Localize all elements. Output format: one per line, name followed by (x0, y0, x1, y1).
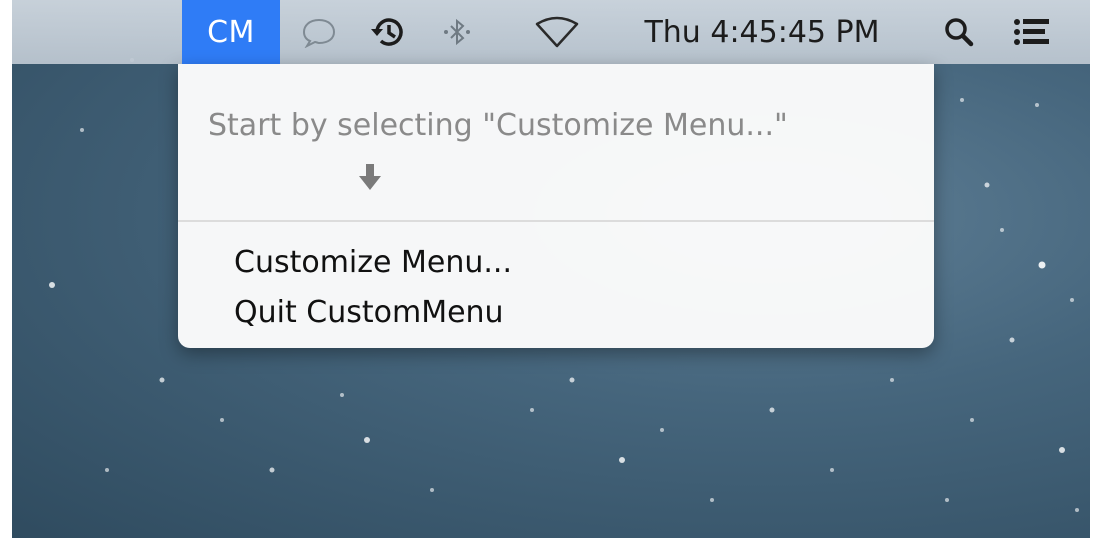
menu-hint-text: Start by selecting "Customize Menu..." (208, 108, 788, 143)
desktop: CM Thu 4:45:45 PM Start by selecting "Cu… (12, 0, 1090, 538)
custom-menu-status-item[interactable]: CM (182, 0, 280, 64)
menu-bar: CM Thu 4:45:45 PM (12, 0, 1090, 64)
customize-menu-item[interactable]: Customize Menu... (178, 240, 934, 284)
menu-separator (178, 220, 934, 222)
bluetooth-icon[interactable] (430, 0, 484, 64)
notification-center-icon[interactable] (1004, 0, 1060, 64)
spotlight-search-icon[interactable] (934, 0, 984, 64)
down-arrow-icon (358, 162, 382, 196)
time-machine-icon[interactable] (360, 0, 414, 64)
custom-menu-label: CM (207, 14, 255, 50)
speech-bubble-icon[interactable] (292, 0, 346, 64)
quit-custommenu-item[interactable]: Quit CustomMenu (178, 290, 934, 334)
quit-custommenu-label: Quit CustomMenu (234, 294, 504, 330)
wifi-icon[interactable] (527, 0, 587, 64)
menu-bar-clock[interactable]: Thu 4:45:45 PM (610, 0, 914, 64)
custom-menu-dropdown: Start by selecting "Customize Menu..." C… (178, 64, 934, 348)
customize-menu-label: Customize Menu... (234, 244, 512, 280)
